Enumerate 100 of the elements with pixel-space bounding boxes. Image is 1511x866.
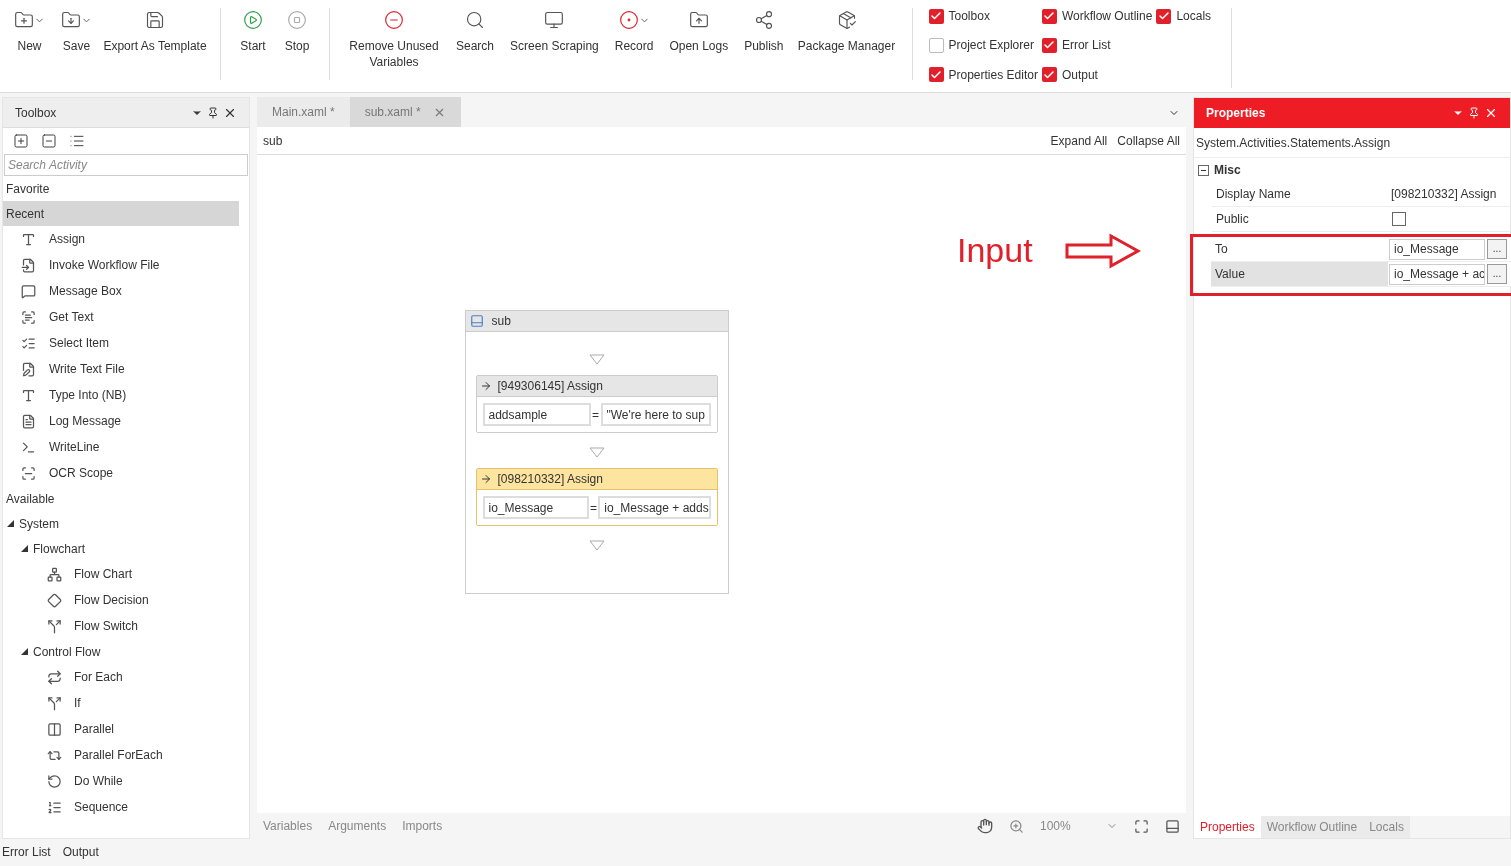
activity-item[interactable]: Assign: [3, 226, 239, 252]
activity-item[interactable]: Message Box: [3, 278, 239, 304]
checkbox[interactable]: [1156, 8, 1172, 24]
tree-group[interactable]: System: [3, 511, 239, 536]
property-label: Public: [1215, 211, 1250, 228]
panel-toggle[interactable]: Error List: [1041, 37, 1153, 54]
expander-icon[interactable]: [21, 545, 28, 552]
activity-item[interactable]: Write Text File: [3, 356, 239, 382]
tree-group[interactable]: Control Flow: [3, 639, 239, 664]
overview-icon: [1165, 818, 1180, 834]
close-icon: [1484, 106, 1498, 120]
property-row[interactable]: Value io_Message + ac ...: [1211, 262, 1511, 287]
toolbar-button[interactable]: Start: [231, 8, 275, 54]
drop-arrow-icon: [588, 354, 605, 365]
share-icon: [753, 10, 774, 30]
sequence-container[interactable]: sub [949306145] Assign addsample = "We're here to sup [098210332] Assign io_Message = io_Message + adds: [464, 310, 729, 594]
activity-item[interactable]: Select Item: [3, 330, 239, 356]
activity-title: [098210332] Assign: [497, 471, 603, 488]
activity-item[interactable]: Parallel: [3, 716, 239, 742]
checkbox[interactable]: [928, 8, 944, 24]
activity-item[interactable]: Invoke Workflow File: [3, 252, 239, 278]
bottom-tab[interactable]: Error List: [2, 843, 51, 861]
panel-tab[interactable]: Properties: [1194, 816, 1261, 838]
tree-group[interactable]: Flowchart: [3, 536, 239, 561]
activity-item[interactable]: Flow Chart: [3, 561, 239, 587]
tree-label: System: [19, 515, 59, 533]
toolbar-button[interactable]: Export As Template: [100, 8, 210, 54]
ellipsis-button[interactable]: ...: [1487, 239, 1507, 259]
activity-item[interactable]: Parallel ForEach: [3, 742, 239, 768]
activity-icon: [47, 669, 62, 685]
collapse-all-link[interactable]: Collapse All: [1117, 131, 1180, 150]
checkbox[interactable]: [1392, 212, 1406, 226]
activity-item[interactable]: Do While: [3, 768, 239, 794]
panel-toggle[interactable]: Output: [1041, 66, 1153, 83]
tree-label: Flowchart: [33, 540, 85, 558]
expander-icon[interactable]: [7, 520, 14, 527]
toolbar-button[interactable]: Search: [448, 8, 503, 54]
toolbar-button[interactable]: Save: [53, 8, 100, 54]
breadcrumb[interactable]: sub: [263, 131, 1051, 150]
bottom-tab[interactable]: Output: [62, 843, 99, 861]
activity-icon: [21, 387, 36, 403]
assign-activity[interactable]: [098210332] Assign io_Message = io_Message + adds: [475, 468, 718, 526]
panel-toggle[interactable]: Properties Editor: [928, 66, 1038, 83]
stop-icon: [287, 10, 307, 30]
search-field[interactable]: Search Activity: [4, 154, 248, 176]
activity-icon: [21, 283, 36, 299]
assign-activity[interactable]: [949306145] Assign addsample = "We're here to sup: [475, 375, 718, 433]
folder-upload-icon: [688, 10, 709, 30]
toolbar-button[interactable]: Record: [606, 8, 662, 54]
activity-icon: [21, 439, 36, 455]
toolbar-button[interactable]: New: [6, 8, 53, 54]
value-field[interactable]: io_Message + ac: [1389, 263, 1485, 285]
expand-all-link[interactable]: Expand All: [1050, 131, 1108, 150]
checkbox[interactable]: [1041, 8, 1057, 24]
activity-item[interactable]: Flow Decision: [3, 587, 239, 613]
activity-item[interactable]: Sequence: [3, 794, 239, 820]
property-row[interactable]: To io_Message ...: [1211, 237, 1511, 262]
panel-toggle[interactable]: Workflow Outline: [1041, 8, 1153, 24]
value-field[interactable]: "We're here to sup: [600, 403, 711, 426]
toolbar-button[interactable]: Open Logs: [661, 8, 737, 54]
activity-item[interactable]: Log Message: [3, 408, 239, 434]
checkbox[interactable]: [1041, 37, 1057, 53]
expander-icon[interactable]: [21, 648, 28, 655]
toolbar-button[interactable]: Publish: [736, 8, 792, 54]
activity-icon: [21, 361, 36, 377]
activity-item[interactable]: If: [3, 690, 239, 716]
toolbar-button[interactable]: Stop: [275, 8, 319, 54]
section-header[interactable]: Recent: [3, 201, 239, 226]
activity-item[interactable]: Type Into (NB): [3, 382, 239, 408]
collapse-toggle[interactable]: [1198, 164, 1209, 176]
panel-toggle[interactable]: Project Explorer: [928, 37, 1038, 54]
activity-item[interactable]: Flow Switch: [3, 613, 239, 639]
checkbox[interactable]: [928, 37, 944, 53]
activity-item[interactable]: Get Text: [3, 304, 239, 330]
property-label: To: [1214, 241, 1229, 258]
toolbar-button[interactable]: Package Manager: [791, 8, 902, 54]
to-field[interactable]: addsample: [482, 403, 591, 426]
activity-icon: [47, 566, 62, 582]
activity-icon: [47, 618, 62, 634]
panel-toggle[interactable]: Locals: [1156, 8, 1212, 24]
document-tab[interactable]: Main.xaml *: [257, 97, 350, 127]
ellipsis-button[interactable]: ...: [1487, 264, 1507, 284]
property-value: [098210332] Assign: [1390, 186, 1497, 203]
property-label: Display Name: [1215, 186, 1292, 203]
activity-item[interactable]: OCR Scope: [3, 460, 239, 486]
toolbar-button[interactable]: Remove Unused Variables: [340, 8, 448, 70]
panel-title: Toolbox: [15, 104, 58, 122]
value-field[interactable]: io_Message + adds: [598, 496, 711, 519]
checkbox[interactable]: [928, 67, 944, 83]
checkbox[interactable]: [1041, 67, 1057, 83]
value-field[interactable]: io_Message: [1389, 238, 1485, 260]
activity-item[interactable]: WriteLine: [3, 434, 239, 460]
type-name: System.Activities.Statements.Assign: [1196, 134, 1391, 152]
activity-item[interactable]: For Each: [3, 664, 239, 690]
panel-toggle[interactable]: Toolbox: [928, 8, 1038, 24]
monitor-icon: [544, 10, 565, 30]
property-label: Value: [1214, 266, 1246, 283]
toolbar-button[interactable]: Screen Scraping: [502, 8, 607, 54]
activity-icon: [21, 309, 36, 325]
to-field[interactable]: io_Message: [482, 496, 589, 519]
